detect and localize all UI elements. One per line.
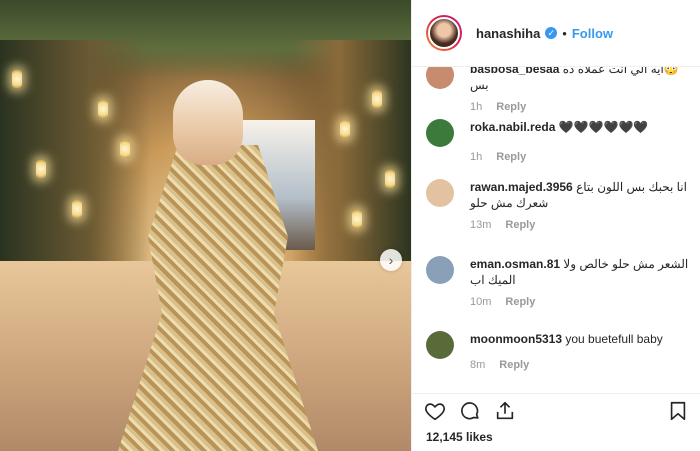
comment-meta: 1h Reply	[470, 99, 692, 115]
comment-meta: 13m Reply	[470, 217, 692, 233]
lantern	[385, 170, 395, 188]
comment-body: rawan.majed.3956 انا بحبك بس اللون بتاع …	[470, 179, 692, 233]
comment-time[interactable]: 13m	[470, 219, 491, 231]
chevron-right-icon: ›	[388, 252, 394, 268]
avatar-story-ring[interactable]	[426, 15, 462, 51]
reply-button[interactable]: Reply	[505, 219, 535, 231]
comment-meta: 8m Reply	[470, 357, 692, 373]
bookmark-icon[interactable]	[667, 400, 689, 422]
separator-dot: •	[562, 25, 567, 41]
avatar	[428, 17, 460, 49]
lantern	[340, 120, 350, 138]
comment-username[interactable]: moonmoon5313	[470, 332, 562, 346]
comment-avatar[interactable]	[426, 67, 454, 89]
comment-avatar[interactable]	[426, 256, 454, 284]
comment-meta: 1h Reply	[470, 149, 692, 165]
reply-button[interactable]: Reply	[496, 151, 526, 163]
next-photo-button[interactable]: ›	[380, 249, 402, 271]
comment-body: moonmoon5313 you buetefull baby 8m Reply	[470, 331, 692, 373]
lantern	[72, 200, 82, 218]
gold-gown	[118, 145, 318, 451]
comment-meta: 10m Reply	[470, 294, 692, 310]
comment-icon[interactable]	[459, 400, 481, 422]
comment-time[interactable]: 8m	[470, 359, 485, 371]
post-actions: 12,145 likes	[412, 393, 700, 451]
comment-username[interactable]: rawan.majed.3956	[470, 180, 573, 194]
reply-button[interactable]: Reply	[499, 359, 529, 371]
comment-username[interactable]: basbosa_besaa	[470, 67, 559, 76]
lantern	[36, 160, 46, 178]
reply-button[interactable]: Reply	[505, 296, 535, 308]
comment-username[interactable]: eman.osman.81	[470, 257, 560, 271]
comment-text: you buetefull baby	[565, 332, 663, 346]
lantern	[12, 70, 22, 88]
post-header: hanashiha ✓ • Follow	[412, 0, 700, 67]
post-sidebar: hanashiha ✓ • Follow basbosa_besaa 😳ايه …	[411, 0, 700, 451]
comment-body: basbosa_besaa 😳ايه الي انت عملاه ده بس 1…	[470, 67, 692, 115]
lantern	[352, 210, 362, 228]
heart-icon[interactable]	[424, 400, 446, 422]
share-icon[interactable]	[494, 400, 516, 422]
comment-username[interactable]: roka.nabil.reda	[470, 120, 555, 134]
woman-head	[173, 80, 243, 165]
reply-button[interactable]: Reply	[496, 101, 526, 113]
lantern	[98, 100, 108, 118]
comment-text: 🖤🖤🖤🖤🖤🖤	[558, 120, 649, 134]
comment-body: eman.osman.81 الشعر مش حلو خالص ولا المي…	[470, 256, 692, 310]
comment-avatar[interactable]	[426, 331, 454, 359]
comment-body: roka.nabil.reda 🖤🖤🖤🖤🖤🖤 1h Reply	[470, 119, 692, 165]
comment-time[interactable]: 10m	[470, 296, 491, 308]
lantern	[372, 90, 382, 108]
username-link[interactable]: hanashiha	[476, 26, 540, 41]
comments-list[interactable]: basbosa_besaa 😳ايه الي انت عملاه ده بس 1…	[412, 67, 700, 393]
comment-avatar[interactable]	[426, 119, 454, 147]
verified-badge-icon: ✓	[545, 27, 558, 39]
comment-avatar[interactable]	[426, 179, 454, 207]
likes-count[interactable]: 12,145 likes	[426, 430, 493, 444]
post-photo[interactable]: ›	[0, 0, 411, 451]
instagram-post: › hanashiha ✓ • Follow basbosa_besaa 😳اي…	[0, 0, 700, 451]
woman-in-gown	[118, 80, 318, 451]
comment-time[interactable]: 1h	[470, 101, 482, 113]
follow-button[interactable]: Follow	[572, 26, 613, 41]
comment-time[interactable]: 1h	[470, 151, 482, 163]
